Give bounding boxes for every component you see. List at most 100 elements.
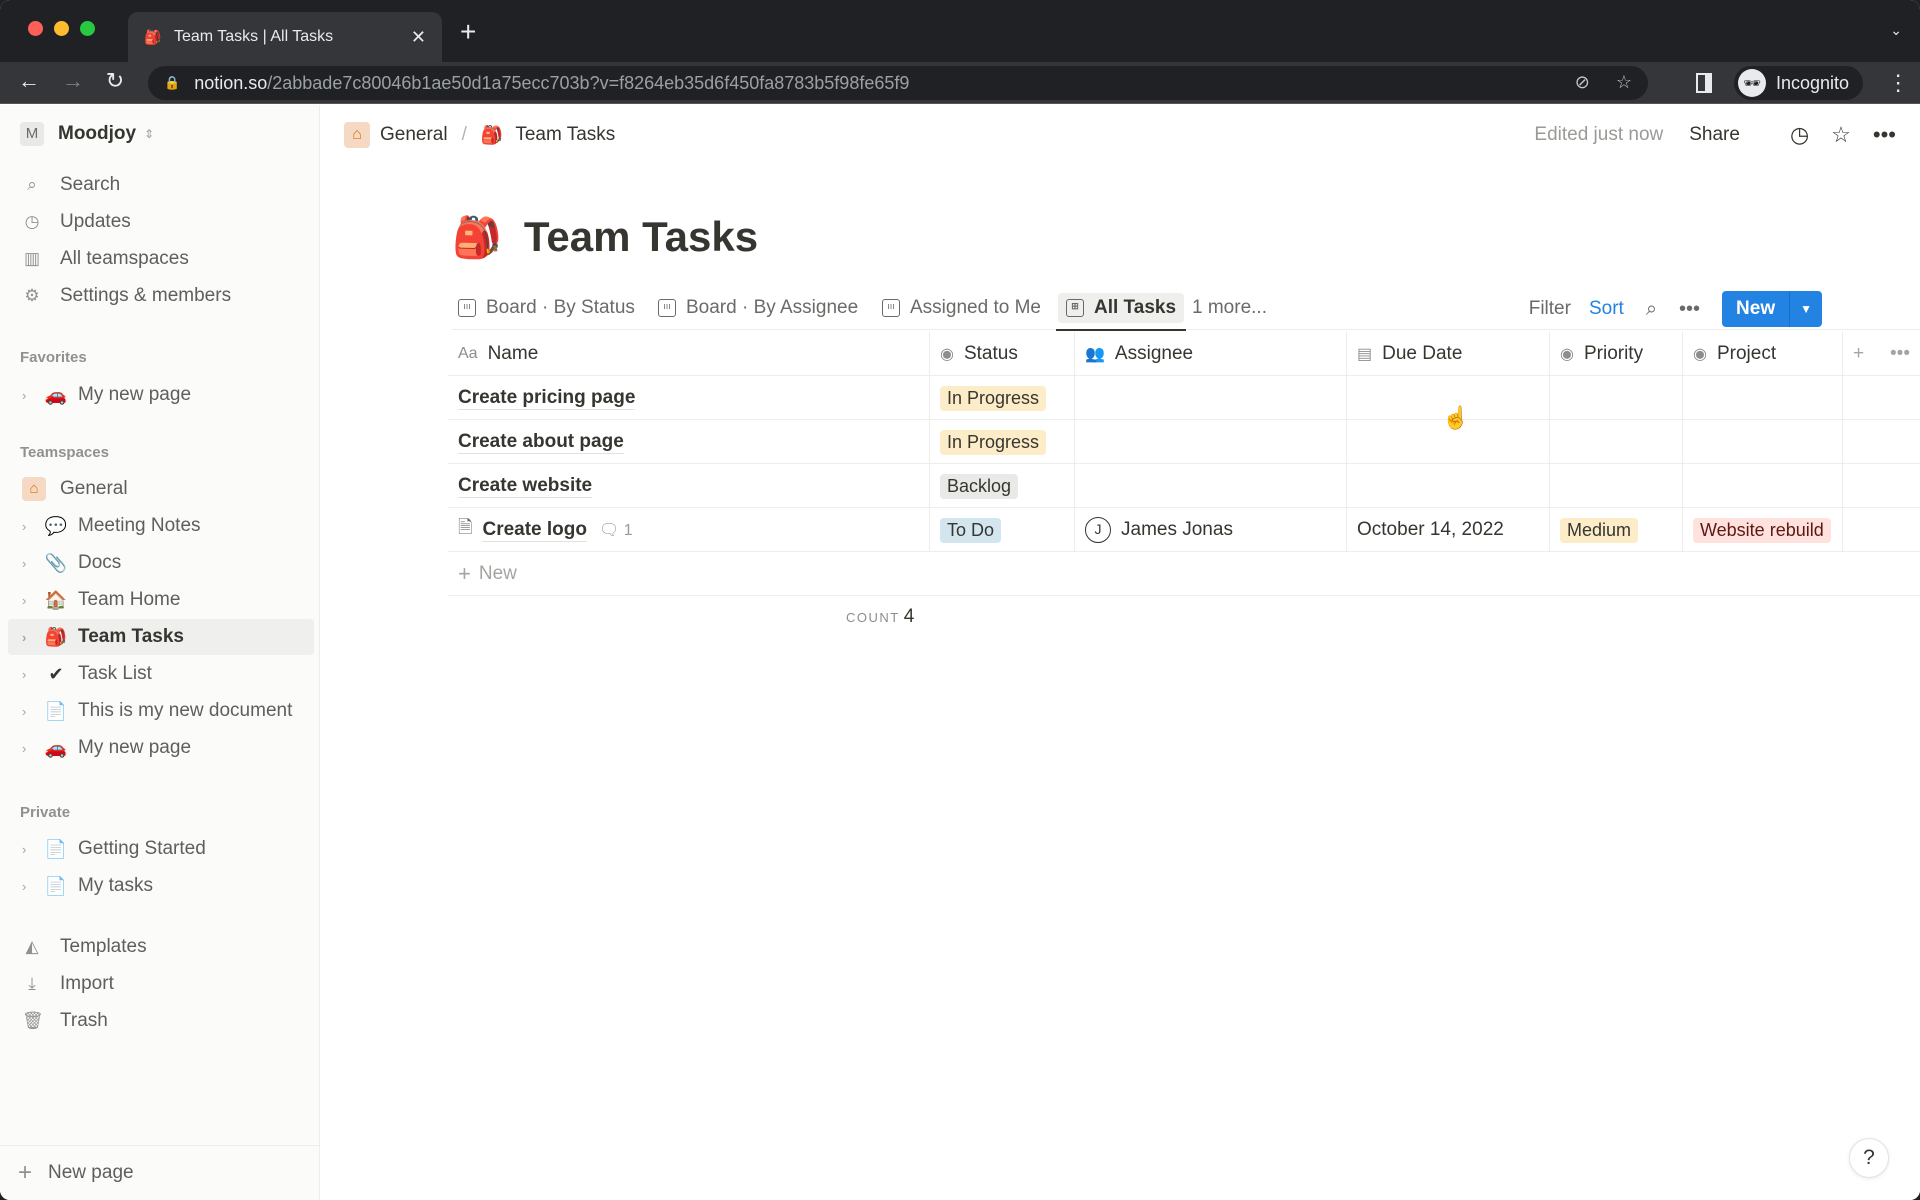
cell-due-date[interactable] xyxy=(1347,464,1550,508)
more-properties-icon[interactable]: ••• xyxy=(1890,343,1910,365)
history-clock-icon[interactable]: ◷ xyxy=(1790,122,1809,148)
task-name[interactable]: Create website xyxy=(458,475,593,498)
tab-board-by-status[interactable]: ııı Board · By Status xyxy=(452,285,641,330)
chevron-right-icon[interactable]: › xyxy=(22,879,34,894)
sidebar-favorite-my-new-page[interactable]: › 🚗 My new page xyxy=(8,377,314,413)
cell-status[interactable]: To Do xyxy=(930,508,1075,552)
filter-button[interactable]: Filter xyxy=(1529,298,1571,320)
sidebar-page-my-tasks[interactable]: › 📄 My tasks xyxy=(8,868,314,904)
more-views-button[interactable]: 1 more... xyxy=(1186,285,1273,330)
table-row[interactable]: Create website Backlog xyxy=(448,464,1920,508)
chevron-right-icon[interactable]: › xyxy=(22,630,34,645)
cell-project[interactable] xyxy=(1683,376,1843,420)
comment-count[interactable]: 🗨 1 xyxy=(599,520,633,540)
cell-status[interactable]: In Progress xyxy=(930,376,1075,420)
backpack-page-icon[interactable]: 🎒 xyxy=(452,214,502,261)
close-window-button[interactable] xyxy=(28,21,43,36)
sidebar-item-trash[interactable]: 🗑 Trash xyxy=(8,1003,314,1039)
sidebar-item-settings[interactable]: ⚙ Settings & members xyxy=(8,278,314,314)
table-row[interactable]: Create about page In Progress xyxy=(448,420,1920,464)
table-row[interactable]: 🗎 Create logo 🗨 1 To Do J James Jonas Oc… xyxy=(448,508,1920,552)
column-header-name[interactable]: Aa Name xyxy=(448,332,930,376)
close-tab-icon[interactable]: ✕ xyxy=(411,27,426,48)
task-name[interactable]: Create pricing page xyxy=(458,387,636,410)
cell-priority[interactable] xyxy=(1550,464,1683,508)
new-page-button[interactable]: + New page xyxy=(0,1145,320,1200)
column-header-project[interactable]: ◉ Project xyxy=(1683,332,1843,376)
sidebar-item-import[interactable]: ⤓ Import xyxy=(8,966,314,1002)
cell-name[interactable]: 🗎 Create logo 🗨 1 xyxy=(448,508,930,552)
breadcrumb-general[interactable]: General xyxy=(380,124,448,146)
chevron-right-icon[interactable]: › xyxy=(22,556,34,571)
cell-priority[interactable] xyxy=(1550,420,1683,464)
browser-tab-active[interactable]: 🎒 Team Tasks | All Tasks ✕ xyxy=(128,12,442,62)
cell-project[interactable] xyxy=(1683,420,1843,464)
breadcrumb-team-tasks[interactable]: Team Tasks xyxy=(515,124,615,146)
favorite-star-icon[interactable]: ☆ xyxy=(1831,122,1851,148)
more-icon[interactable]: ••• xyxy=(1679,298,1700,321)
chevron-right-icon[interactable]: › xyxy=(22,593,34,608)
incognito-profile-button[interactable]: 🕶 Incognito xyxy=(1734,66,1864,100)
new-tab-button[interactable]: + xyxy=(460,18,476,46)
sidebar-item-search[interactable]: ⌕ Search xyxy=(8,167,314,203)
more-options-icon[interactable]: ••• xyxy=(1873,122,1896,148)
bookmark-star-icon[interactable]: ☆ xyxy=(1616,72,1632,93)
chevron-right-icon[interactable]: › xyxy=(22,842,34,857)
sidebar-page-new-document[interactable]: › 📄 This is my new document xyxy=(8,693,314,729)
share-button[interactable]: Share xyxy=(1689,124,1740,146)
cell-priority[interactable]: Medium xyxy=(1550,508,1683,552)
address-bar[interactable]: 🔒 notion.so/2abbade7c80046b1ae50d1a75ecc… xyxy=(148,66,1648,100)
sidebar-page-team-tasks[interactable]: › 🎒 Team Tasks xyxy=(8,619,314,655)
new-button[interactable]: New ▼ xyxy=(1722,291,1822,327)
tab-board-by-assignee[interactable]: ııı Board · By Assignee xyxy=(652,285,864,330)
chevron-right-icon[interactable]: › xyxy=(22,388,34,403)
page-title[interactable]: Team Tasks xyxy=(524,213,758,261)
tab-search-chevron-icon[interactable]: ⌄ xyxy=(1890,22,1902,39)
reload-button[interactable]: ↻ xyxy=(100,68,130,94)
cell-status[interactable]: Backlog xyxy=(930,464,1075,508)
sidebar-item-templates[interactable]: ◭ Templates xyxy=(8,929,314,965)
workspace-switcher[interactable]: M Moodjoy ⇕ xyxy=(20,122,154,146)
chevron-right-icon[interactable]: › xyxy=(22,741,34,756)
sidebar-page-task-list[interactable]: › ✔ Task List xyxy=(8,656,314,692)
chevron-right-icon[interactable]: › xyxy=(22,704,34,719)
sidebar-item-all-teamspaces[interactable]: ▥ All teamspaces xyxy=(8,241,314,277)
column-header-status[interactable]: ◉ Status xyxy=(930,332,1075,376)
eye-off-icon[interactable]: ⊘ xyxy=(1575,72,1590,93)
column-header-due-date[interactable]: ▤ Due Date xyxy=(1347,332,1550,376)
add-property-icon[interactable]: + xyxy=(1853,343,1864,365)
cell-name[interactable]: Create website xyxy=(448,464,930,508)
cell-name[interactable]: Create pricing page xyxy=(448,376,930,420)
maximize-window-button[interactable] xyxy=(80,21,95,36)
cell-assignee[interactable]: J James Jonas xyxy=(1075,508,1347,552)
row-count[interactable]: COUNT 4 xyxy=(846,606,914,628)
task-name[interactable]: Create about page xyxy=(458,431,624,454)
sidebar-teamspace-general[interactable]: ⌂ General xyxy=(8,471,314,507)
sidebar-page-getting-started[interactable]: › 📄 Getting Started xyxy=(8,831,314,867)
sidebar-item-updates[interactable]: ◷ Updates xyxy=(8,204,314,240)
tab-assigned-to-me[interactable]: ııı Assigned to Me xyxy=(876,285,1047,330)
chevron-right-icon[interactable]: › xyxy=(22,667,34,682)
column-header-assignee[interactable]: 👥 Assignee xyxy=(1075,332,1347,376)
cell-assignee[interactable] xyxy=(1075,420,1347,464)
back-button[interactable]: ← xyxy=(14,68,44,94)
sidebar-page-my-new-page[interactable]: › 🚗 My new page xyxy=(8,730,314,766)
chevron-right-icon[interactable]: › xyxy=(22,519,34,534)
table-row[interactable]: Create pricing page In Progress xyxy=(448,376,1920,420)
add-row-button[interactable]: + New xyxy=(448,552,1920,596)
cell-project[interactable]: Website rebuild xyxy=(1683,508,1843,552)
tab-all-tasks[interactable]: ⊞ All Tasks xyxy=(1056,285,1187,331)
cell-assignee[interactable] xyxy=(1075,376,1347,420)
cell-due-date[interactable]: October 14, 2022 xyxy=(1347,508,1550,552)
column-header-priority[interactable]: ◉ Priority xyxy=(1550,332,1683,376)
sidebar-page-docs[interactable]: › 📎 Docs xyxy=(8,545,314,581)
minimize-window-button[interactable] xyxy=(54,21,69,36)
cell-status[interactable]: In Progress xyxy=(930,420,1075,464)
sort-button[interactable]: Sort xyxy=(1589,298,1624,320)
help-button[interactable]: ? xyxy=(1849,1138,1889,1178)
cell-name[interactable]: Create about page xyxy=(448,420,930,464)
search-icon[interactable]: ⌕ xyxy=(1646,298,1657,321)
chevron-down-icon[interactable]: ▼ xyxy=(1789,291,1822,327)
forward-button[interactable]: → xyxy=(58,68,88,94)
side-panel-icon[interactable] xyxy=(1696,73,1712,93)
